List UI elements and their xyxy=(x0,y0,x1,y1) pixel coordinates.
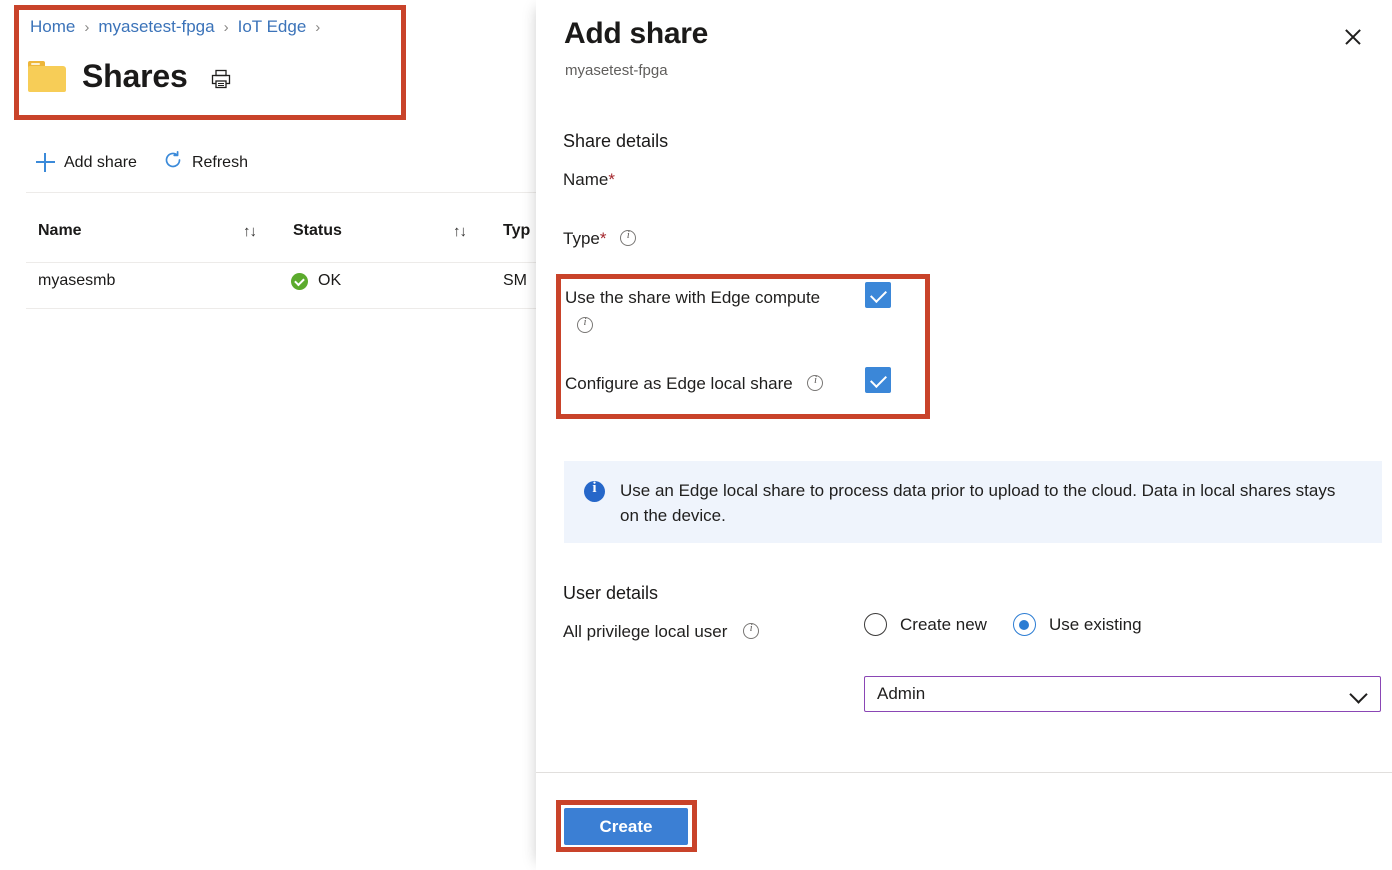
green-check-circle-icon xyxy=(291,273,308,290)
radio-use-existing-label[interactable]: Use existing xyxy=(1049,615,1142,635)
required-asterisk: * xyxy=(599,229,607,248)
blade-subtitle: myasetest-fpga xyxy=(565,62,668,79)
plus-icon xyxy=(36,153,55,172)
privilege-user-label: All privilege local user xyxy=(563,622,760,642)
cell-name: myasesmb xyxy=(38,272,116,289)
folder-icon xyxy=(28,61,66,92)
column-header-type[interactable]: Typ xyxy=(503,222,530,240)
info-icon[interactable] xyxy=(620,229,637,246)
info-banner-text: Use an Edge local share to process data … xyxy=(620,481,1336,525)
edge-compute-label-text: Use the share with Edge compute xyxy=(565,288,821,307)
add-share-label: Add share xyxy=(64,153,137,171)
refresh-button[interactable]: Refresh xyxy=(163,150,248,175)
screen-root: Home › myasetest-fpga › IoT Edge › Share… xyxy=(0,0,1392,870)
local-user-select-value: Admin xyxy=(877,684,926,703)
close-icon[interactable] xyxy=(1336,20,1370,54)
name-field-label: Name* xyxy=(563,170,615,190)
refresh-label: Refresh xyxy=(191,153,248,171)
edge-local-share-checkbox[interactable] xyxy=(865,367,891,393)
radio-use-existing[interactable] xyxy=(1012,613,1036,636)
info-icon[interactable] xyxy=(743,622,760,639)
name-label-text: Name xyxy=(563,170,609,189)
chevron-right-icon: › xyxy=(84,18,90,36)
info-icon[interactable] xyxy=(577,316,593,333)
chevron-down-icon xyxy=(1349,685,1368,704)
cell-status-label: OK xyxy=(318,272,342,289)
info-banner: Use an Edge local share to process data … xyxy=(564,461,1382,543)
user-mode-radio-group: Create new Use existing xyxy=(864,613,1142,636)
toolbar-divider xyxy=(26,192,536,193)
breadcrumb: Home › myasetest-fpga › IoT Edge › xyxy=(30,17,320,37)
user-details-heading: User details xyxy=(563,583,659,603)
type-field-label: Type* xyxy=(563,229,637,249)
table-row[interactable]: myasesmb OK SM xyxy=(38,272,558,300)
row-divider xyxy=(26,308,536,309)
radio-create-new[interactable] xyxy=(864,613,887,636)
info-icon[interactable] xyxy=(807,374,824,391)
shares-page: Home › myasetest-fpga › IoT Edge › Share… xyxy=(0,0,536,870)
page-title: Shares xyxy=(82,58,188,94)
cell-type: SM xyxy=(503,272,527,289)
column-header-name[interactable]: Name xyxy=(38,222,82,240)
edge-local-share-label-text: Configure as Edge local share xyxy=(565,374,793,393)
type-label-text: Type xyxy=(563,229,600,248)
edge-compute-checkbox-label: Use the share with Edge compute xyxy=(565,288,865,308)
breadcrumb-item-home[interactable]: Home xyxy=(30,17,75,37)
share-details-heading: Share details xyxy=(563,131,669,151)
breadcrumb-item-device[interactable]: myasetest-fpga xyxy=(98,17,214,37)
add-share-blade: Add share myasetest-fpga Share details N… xyxy=(536,0,1392,870)
sort-toggle-status[interactable]: ↑↓ xyxy=(453,223,467,240)
chevron-right-icon: › xyxy=(223,18,229,36)
breadcrumb-item-iot-edge[interactable]: IoT Edge xyxy=(238,17,307,37)
add-share-button[interactable]: Add share xyxy=(36,153,137,172)
header-row-divider xyxy=(26,262,536,263)
sort-toggle-name[interactable]: ↑↓ xyxy=(243,223,257,240)
privilege-user-label-text: All privilege local user xyxy=(563,622,728,641)
radio-create-new-label[interactable]: Create new xyxy=(900,615,987,635)
chevron-right-icon: › xyxy=(315,18,321,36)
command-bar: Add share Refresh xyxy=(36,150,248,175)
blade-title: Add share xyxy=(564,17,709,50)
footer-divider xyxy=(536,772,1392,773)
create-button[interactable]: Create xyxy=(564,808,688,845)
local-user-select[interactable]: Admin xyxy=(864,676,1381,712)
column-header-status[interactable]: Status xyxy=(293,222,342,240)
refresh-icon xyxy=(163,150,183,175)
info-filled-icon xyxy=(584,480,605,502)
edge-local-share-checkbox-label: Configure as Edge local share xyxy=(565,374,824,394)
printer-icon[interactable] xyxy=(210,68,232,90)
required-asterisk: * xyxy=(608,170,615,189)
page-title-row: Shares xyxy=(28,58,232,95)
table-header-row: Name ↑↓ Status ↑↓ Typ xyxy=(38,222,558,252)
edge-compute-checkbox[interactable] xyxy=(865,282,891,308)
